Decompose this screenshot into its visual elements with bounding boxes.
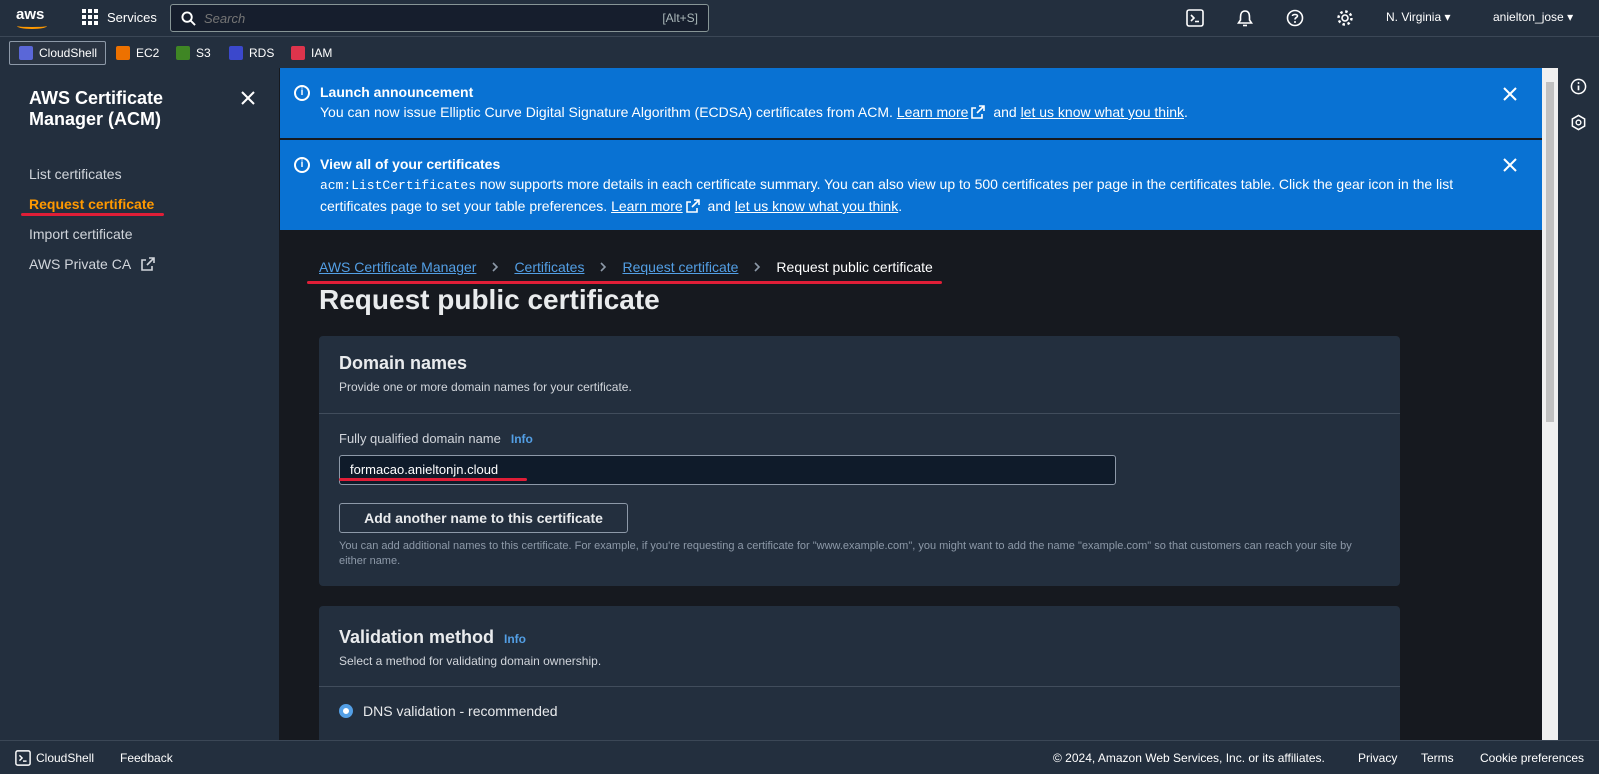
footer-cookie-preferences-link[interactable]: Cookie preferences xyxy=(1480,751,1584,765)
add-another-name-button[interactable]: Add another name to this certificate xyxy=(339,503,628,533)
divider xyxy=(319,413,1400,414)
region-selector[interactable]: N. Virginia ▾ xyxy=(1386,10,1451,24)
close-icon[interactable] xyxy=(1502,86,1518,102)
side-navigation: AWS Certificate Manager (ACM) List certi… xyxy=(0,68,280,740)
aws-smile-icon xyxy=(17,23,47,29)
add-name-hint: You can add additional names to this cer… xyxy=(339,540,1352,567)
annotation-underline xyxy=(21,213,164,216)
flash-and: and xyxy=(707,198,731,214)
chevron-right-icon xyxy=(492,262,499,272)
learn-more-link[interactable]: Learn more xyxy=(897,104,969,120)
help-icon[interactable] xyxy=(1286,9,1304,27)
validation-method-container: Validation method Info Select a method fo… xyxy=(319,606,1400,740)
external-link-icon xyxy=(141,257,155,271)
ec2-icon xyxy=(116,46,130,60)
chevron-right-icon xyxy=(600,262,607,272)
footer: CloudShell Feedback © 2024, Amazon Web S… xyxy=(0,740,1599,774)
flash-title: View all of your certificates xyxy=(320,156,501,172)
search-icon xyxy=(181,10,196,26)
search-bar[interactable]: [Alt+S] xyxy=(170,4,709,32)
breadcrumb: AWS Certificate Manager Certificates Req… xyxy=(319,259,933,275)
flash-code: acm:ListCertificates xyxy=(320,178,477,193)
search-input[interactable] xyxy=(204,10,624,26)
scrollbar[interactable] xyxy=(1542,68,1558,740)
settings-gear-icon[interactable] xyxy=(1336,9,1354,27)
favorites-bar: CloudShell EC2 S3 RDS IAM xyxy=(0,36,1599,68)
services-menu[interactable]: Services xyxy=(82,9,157,25)
sidebar-item-import-certificate[interactable]: Import certificate xyxy=(29,226,132,242)
footer-terms-link[interactable]: Terms xyxy=(1421,751,1454,765)
footer-copyright: © 2024, Amazon Web Services, Inc. or its… xyxy=(1053,751,1325,765)
footer-cloudshell-link[interactable]: CloudShell xyxy=(36,751,94,765)
shortcut-rds[interactable]: RDS xyxy=(229,41,274,65)
main-content: i Launch announcement You can now issue … xyxy=(280,68,1542,740)
shortcut-ec2[interactable]: EC2 xyxy=(116,41,159,65)
top-navigation-bar: aws Services [Alt+S] N. Virginia ▾ aniel… xyxy=(0,0,1599,36)
breadcrumb-request-certificate[interactable]: Request certificate xyxy=(622,259,738,275)
domain-names-container: Domain names Provide one or more domain … xyxy=(319,336,1400,586)
radio-selected-icon[interactable] xyxy=(339,704,353,718)
search-shortcut: [Alt+S] xyxy=(662,11,698,25)
page-title: Request public certificate xyxy=(319,284,660,315)
chevron-right-icon xyxy=(754,262,761,272)
flash-and: and xyxy=(993,104,1017,120)
info-icon: i xyxy=(294,157,310,173)
sidebar-item-request-certificate[interactable]: Request certificate xyxy=(29,196,154,212)
external-link-icon xyxy=(971,105,986,119)
info-link[interactable]: Info xyxy=(504,632,526,646)
info-icon[interactable] xyxy=(1570,78,1587,95)
validation-method-heading: Validation method Info xyxy=(339,627,527,647)
aws-logo[interactable]: aws xyxy=(16,6,50,30)
external-link-icon xyxy=(685,199,700,213)
divider xyxy=(319,686,1400,687)
flash-title: Launch announcement xyxy=(320,84,474,100)
domain-names-heading: Domain names xyxy=(339,353,468,373)
flash-text: You can now issue Elliptic Curve Digital… xyxy=(320,104,893,120)
hexagon-icon[interactable] xyxy=(1570,114,1587,131)
shortcut-s3[interactable]: S3 xyxy=(176,41,211,65)
breadcrumb-aws-certificate-manager[interactable]: AWS Certificate Manager xyxy=(319,259,476,275)
domain-names-description: Provide one or more domain names for you… xyxy=(339,380,632,394)
close-icon[interactable] xyxy=(238,88,258,108)
cloudshell-icon[interactable] xyxy=(15,750,31,766)
aws-logo-text: aws xyxy=(16,6,45,23)
info-icon: i xyxy=(294,85,310,101)
shortcut-cloudshell[interactable]: CloudShell xyxy=(9,41,107,65)
sidebar-title: AWS Certificate Manager (ACM) xyxy=(29,88,164,129)
flash-view-certificates: i View all of your certificates acm:List… xyxy=(280,140,1542,230)
breadcrumb-certificates[interactable]: Certificates xyxy=(514,259,584,275)
flash-end: . xyxy=(1183,104,1188,120)
scroll-thumb[interactable] xyxy=(1546,82,1554,422)
breadcrumb-current: Request public certificate xyxy=(776,259,933,275)
s3-icon xyxy=(176,46,190,60)
fqdn-label: Fully qualified domain name Info xyxy=(339,431,533,446)
dns-validation-option[interactable]: DNS validation - recommended xyxy=(339,703,558,719)
iam-icon xyxy=(291,46,305,60)
close-icon[interactable] xyxy=(1502,157,1518,173)
dns-validation-label: DNS validation - recommended xyxy=(363,703,558,719)
flash-end: . xyxy=(898,198,903,214)
annotation-underline xyxy=(339,478,527,481)
validation-method-description: Select a method for validating domain ow… xyxy=(339,654,602,668)
grid-icon xyxy=(82,9,98,25)
flash-launch-announcement: i Launch announcement You can now issue … xyxy=(280,68,1542,138)
sidebar-item-aws-private-ca[interactable]: AWS Private CA xyxy=(29,256,155,272)
account-menu[interactable]: anielton_jose ▾ xyxy=(1493,10,1573,24)
notifications-bell-icon[interactable] xyxy=(1236,9,1254,27)
feedback-link[interactable]: let us know what you think xyxy=(1021,104,1184,120)
footer-feedback-link[interactable]: Feedback xyxy=(120,751,173,765)
cloudshell-icon[interactable] xyxy=(1186,9,1204,27)
info-link[interactable]: Info xyxy=(511,432,533,446)
shortcut-iam[interactable]: IAM xyxy=(291,41,332,65)
sidebar-item-list-certificates[interactable]: List certificates xyxy=(29,166,122,182)
tools-panel-rail xyxy=(1558,68,1599,740)
services-label: Services xyxy=(107,9,157,25)
feedback-link[interactable]: let us know what you think xyxy=(735,198,898,214)
learn-more-link[interactable]: Learn more xyxy=(611,198,683,214)
cloudshell-icon xyxy=(19,46,33,60)
rds-icon xyxy=(229,46,243,60)
footer-privacy-link[interactable]: Privacy xyxy=(1358,751,1397,765)
